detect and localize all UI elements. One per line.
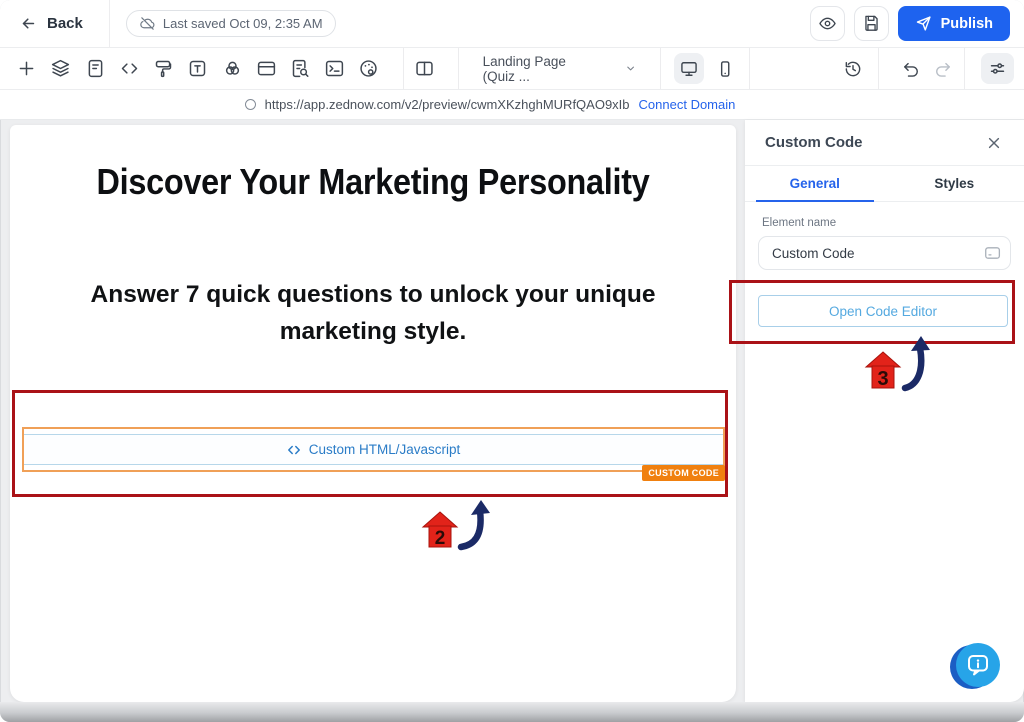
- window-icon: [256, 58, 277, 79]
- element-name-label: Element name: [762, 217, 1024, 229]
- desktop-view-button[interactable]: [674, 53, 704, 84]
- undo-button[interactable]: [897, 54, 924, 84]
- paint-roller-icon: [153, 58, 174, 79]
- element-name-input[interactable]: [758, 236, 1011, 270]
- blend-shapes-icon: [222, 58, 243, 79]
- columns-icon: [414, 58, 435, 79]
- panel-tabs: General Styles: [745, 166, 1024, 202]
- publish-label: Publish: [941, 16, 993, 32]
- save-status-pill: Last saved Oct 09, 2:35 AM: [126, 10, 336, 37]
- divider: [964, 48, 965, 89]
- terminal-button[interactable]: [324, 57, 345, 81]
- doc-search-button[interactable]: [290, 57, 311, 81]
- element-name-field-wrap: [758, 236, 1011, 270]
- save-button[interactable]: [854, 6, 889, 41]
- page-selector-label: Landing Page (Quiz ...: [483, 54, 599, 84]
- topbar-actions: Publish: [810, 6, 1010, 41]
- page-canvas[interactable]: Discover Your Marketing Personality Answ…: [10, 125, 736, 702]
- app-window: Back Last saved Oct 09, 2:35 AM: [0, 0, 1024, 722]
- layout-columns-button[interactable]: [413, 57, 434, 81]
- custom-code-placeholder[interactable]: Custom HTML/Javascript: [24, 434, 723, 465]
- save-status-text: Last saved Oct 09, 2:35 AM: [163, 16, 323, 31]
- connect-domain-link[interactable]: Connect Domain: [639, 97, 736, 112]
- mobile-view-button[interactable]: [710, 53, 740, 84]
- layers-icon: [50, 58, 71, 79]
- settings-panel-toggle[interactable]: [981, 53, 1014, 84]
- divider: [749, 48, 750, 89]
- preview-button[interactable]: [810, 6, 845, 41]
- help-chat-button[interactable]: [950, 643, 1000, 691]
- mobile-icon: [715, 59, 735, 79]
- publish-button[interactable]: Publish: [898, 6, 1010, 41]
- divider: [660, 48, 661, 89]
- custom-code-element[interactable]: Custom HTML/Javascript CUSTOM CODE: [22, 427, 725, 472]
- panel-title: Custom Code: [765, 134, 863, 151]
- text-button[interactable]: [187, 57, 208, 81]
- panel-header: Custom Code: [745, 120, 1024, 166]
- chat-bubble: [956, 643, 1000, 687]
- info-chat-icon: [956, 643, 1000, 687]
- back-label: Back: [47, 15, 83, 32]
- text-icon: [187, 58, 208, 79]
- sliders-icon: [988, 59, 1007, 78]
- custom-code-label: Custom HTML/Javascript: [309, 442, 461, 457]
- shapes-button[interactable]: [221, 57, 242, 81]
- form-icon: [85, 58, 106, 79]
- page-subheading: Answer 7 quick questions to unlock your …: [59, 277, 687, 351]
- undo-icon: [901, 59, 921, 79]
- tab-general[interactable]: General: [745, 166, 885, 201]
- code-icon: [287, 443, 301, 457]
- send-icon: [915, 15, 932, 32]
- plus-icon: [16, 58, 37, 79]
- eye-icon: [818, 14, 837, 33]
- arrow-left-icon: [20, 15, 37, 32]
- theme-button[interactable]: [358, 57, 379, 81]
- add-element-button[interactable]: [16, 57, 37, 81]
- window-section-button[interactable]: [256, 57, 277, 81]
- variable-icon: [984, 245, 1001, 261]
- annotation-box-step3: Open Code Editor: [729, 280, 1015, 344]
- custom-code-badge: CUSTOM CODE: [642, 465, 725, 481]
- code-icon: [119, 58, 140, 79]
- preview-url: https://app.zednow.com/v2/preview/cwmXKz…: [265, 97, 630, 112]
- code-element-button[interactable]: [119, 57, 140, 81]
- cloud-off-icon: [139, 15, 156, 32]
- terminal-icon: [324, 58, 345, 79]
- brush-button[interactable]: [153, 57, 174, 81]
- topbar: Back Last saved Oct 09, 2:35 AM: [0, 0, 1024, 48]
- preview-url-bar: https://app.zednow.com/v2/preview/cwmXKz…: [0, 90, 1024, 120]
- divider: [109, 0, 110, 48]
- divider: [403, 48, 404, 89]
- window-footer: [0, 702, 1024, 722]
- tab-styles[interactable]: Styles: [885, 166, 1024, 201]
- history-clock-icon: [843, 59, 863, 79]
- form-button[interactable]: [84, 57, 105, 81]
- desktop-icon: [679, 59, 699, 79]
- document-search-icon: [290, 58, 311, 79]
- divider: [878, 48, 879, 89]
- chevron-down-icon: [625, 62, 636, 75]
- page-heading: Discover Your Marketing Personality: [46, 161, 699, 203]
- settings-panel: Custom Code General Styles Element name: [745, 120, 1024, 702]
- open-code-editor-button[interactable]: Open Code Editor: [758, 295, 1008, 327]
- redo-icon: [933, 59, 953, 79]
- divider: [458, 48, 459, 89]
- floppy-save-icon: [862, 14, 881, 33]
- close-panel-button[interactable]: [982, 131, 1006, 155]
- toolbar: Landing Page (Quiz ...: [0, 48, 1024, 90]
- layers-button[interactable]: [50, 57, 71, 81]
- back-button[interactable]: Back: [14, 11, 89, 36]
- annotation-step2-number: 2: [435, 528, 446, 549]
- palette-icon: [358, 58, 379, 79]
- page-selector-dropdown[interactable]: Landing Page (Quiz ...: [469, 54, 650, 84]
- redo-button[interactable]: [930, 54, 957, 84]
- status-dot-icon: [245, 99, 256, 110]
- close-icon: [986, 135, 1002, 151]
- annotation-step2-graphic: 2: [413, 498, 508, 560]
- history-button[interactable]: [840, 54, 867, 84]
